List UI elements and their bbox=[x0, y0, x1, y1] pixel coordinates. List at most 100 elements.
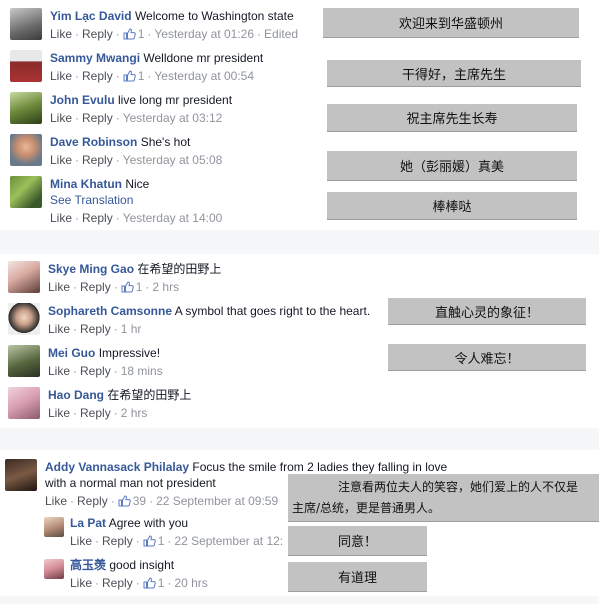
reply-link[interactable]: Reply bbox=[102, 576, 133, 590]
reply-link[interactable]: Reply bbox=[80, 280, 111, 294]
reply-link[interactable]: Reply bbox=[82, 211, 113, 225]
comment-timestamp[interactable]: 2 hrs bbox=[152, 280, 179, 294]
avatar[interactable] bbox=[10, 8, 42, 40]
translation-line: 注意看两位夫人的笑容，她们爱上的人不仅是 bbox=[338, 480, 579, 494]
comment: Dave Robinson She's hot Like · Reply · Yeste… bbox=[10, 134, 222, 168]
comment: Sophareth Camsonne A symbol that goes ri… bbox=[8, 303, 370, 337]
comment-text: A symbol that goes right to the heart. bbox=[174, 304, 371, 318]
like-count[interactable]: 1 bbox=[123, 27, 144, 41]
comment-text: Impressive! bbox=[98, 346, 161, 360]
like-link[interactable]: Like bbox=[48, 322, 70, 336]
comment-author[interactable]: Hao Dang bbox=[48, 388, 104, 402]
avatar[interactable] bbox=[8, 303, 40, 335]
avatar[interactable] bbox=[10, 92, 42, 124]
like-count[interactable]: 1 bbox=[143, 576, 164, 590]
like-link[interactable]: Like bbox=[50, 153, 72, 167]
avatar[interactable] bbox=[10, 134, 42, 166]
reply-comment: 高玉羡 good insight Like · Reply · 1 · 20 hrs bbox=[44, 557, 208, 591]
reply-link[interactable]: Reply bbox=[102, 534, 133, 548]
reply-link[interactable]: Reply bbox=[80, 322, 111, 336]
avatar[interactable] bbox=[8, 387, 40, 419]
comment-author[interactable]: Mei Guo bbox=[48, 346, 95, 360]
comment-author[interactable]: Sophareth Camsonne bbox=[48, 304, 172, 318]
reply-link[interactable]: Reply bbox=[82, 153, 113, 167]
comment: Skye Ming Gao 在希望的田野上 Like · Reply · 1 · 2 hrs bbox=[8, 261, 221, 295]
like-link[interactable]: Like bbox=[50, 111, 72, 125]
reply-link[interactable]: Reply bbox=[82, 69, 113, 83]
comment-author[interactable]: 高玉羡 bbox=[70, 558, 106, 572]
thumbs-up-icon bbox=[121, 281, 134, 293]
comment: John Evulu live long mr president Like · R… bbox=[10, 92, 232, 126]
translation-box: 棒棒哒 bbox=[327, 192, 577, 220]
avatar[interactable] bbox=[44, 559, 64, 579]
avatar[interactable] bbox=[10, 50, 42, 82]
thumbs-up-icon bbox=[123, 28, 136, 40]
avatar[interactable] bbox=[5, 459, 37, 491]
comment-text: good insight bbox=[109, 558, 175, 572]
translation-box: 欢迎来到华盛顿州 bbox=[323, 8, 579, 38]
translation-box: 有道理 bbox=[288, 562, 427, 592]
comment-timestamp[interactable]: Yesterday at 14:00 bbox=[123, 211, 223, 225]
reply-link[interactable]: Reply bbox=[82, 111, 113, 125]
comment-timestamp[interactable]: 22 September at 12: bbox=[174, 534, 283, 548]
translation-box: 同意！ bbox=[288, 526, 427, 556]
comment: Yim Lạc David Welcome to Washington stat… bbox=[10, 8, 298, 42]
comment: Hao Dang 在希望的田野上 Like · Reply · 2 hrs bbox=[8, 387, 191, 421]
see-translation-link[interactable]: See Translation bbox=[50, 192, 222, 208]
comment-author[interactable]: Dave Robinson bbox=[50, 135, 137, 149]
like-link[interactable]: Like bbox=[48, 364, 70, 378]
comment-actions: Like · Reply · 1 · 20 hrs bbox=[70, 576, 208, 590]
translation-box: 注意看两位夫人的笑容，她们爱上的人不仅是 主席/总统，更是普通男人。 bbox=[288, 474, 599, 522]
reply-link[interactable]: Reply bbox=[77, 494, 108, 508]
reply-link[interactable]: Reply bbox=[82, 27, 113, 41]
comment-timestamp[interactable]: Yesterday at 03:12 bbox=[123, 111, 223, 125]
like-count[interactable]: 39 bbox=[118, 494, 146, 508]
like-link[interactable]: Like bbox=[50, 27, 72, 41]
like-count[interactable]: 1 bbox=[121, 280, 142, 294]
section-gap bbox=[0, 230, 599, 254]
translation-box: 令人难忘！ bbox=[388, 344, 586, 371]
avatar[interactable] bbox=[8, 261, 40, 293]
comment: Mei Guo Impressive! Like · Reply · 18 mins bbox=[8, 345, 163, 379]
avatar[interactable] bbox=[44, 517, 64, 537]
like-link[interactable]: Like bbox=[70, 576, 92, 590]
like-link[interactable]: Like bbox=[50, 69, 72, 83]
like-link[interactable]: Like bbox=[45, 494, 67, 508]
comment-text: Welcome to Washington state bbox=[134, 9, 294, 23]
edited-label[interactable]: Edited bbox=[264, 27, 298, 41]
reply-link[interactable]: Reply bbox=[80, 406, 111, 420]
comment-author[interactable]: John Evulu bbox=[50, 93, 115, 107]
avatar[interactable] bbox=[8, 345, 40, 377]
comment-text: 在希望的田野上 bbox=[137, 262, 222, 276]
comment-timestamp[interactable]: 20 hrs bbox=[174, 576, 207, 590]
comment-author[interactable]: Skye Ming Gao bbox=[48, 262, 134, 276]
comment-actions: Like · Reply · 1 · Yesterday at 00:54 bbox=[50, 69, 255, 83]
comment-timestamp[interactable]: Yesterday at 01:26 bbox=[154, 27, 254, 41]
comment-actions: Like · Reply · 1 hr bbox=[48, 322, 142, 336]
comment-timestamp[interactable]: Yesterday at 05:08 bbox=[123, 153, 223, 167]
like-link[interactable]: Like bbox=[50, 211, 72, 225]
like-link[interactable]: Like bbox=[48, 406, 70, 420]
comment-text: Welldone mr president bbox=[143, 51, 264, 65]
comment-author[interactable]: Sammy Mwangi bbox=[50, 51, 140, 65]
reply-comment: La Pat Agree with you Like · Reply · 1 · 22 Se… bbox=[44, 515, 283, 549]
section-gap bbox=[0, 428, 599, 450]
reply-link[interactable]: Reply bbox=[80, 364, 111, 378]
like-count[interactable]: 1 bbox=[143, 534, 164, 548]
section-gap bbox=[0, 596, 599, 604]
comment-author[interactable]: La Pat bbox=[70, 516, 106, 530]
avatar[interactable] bbox=[10, 176, 42, 208]
comment-text: 在希望的田野上 bbox=[107, 388, 192, 402]
thumbs-up-icon bbox=[123, 70, 136, 82]
comment-author[interactable]: Yim Lạc David bbox=[50, 9, 132, 23]
comment-timestamp[interactable]: 22 September at 09:59 bbox=[156, 494, 278, 508]
comment-timestamp[interactable]: 2 hrs bbox=[121, 406, 148, 420]
comment-author[interactable]: Mina Khatun bbox=[50, 177, 122, 191]
comment-author[interactable]: Addy Vannasack Philalay bbox=[45, 460, 189, 474]
like-link[interactable]: Like bbox=[70, 534, 92, 548]
like-link[interactable]: Like bbox=[48, 280, 70, 294]
like-count[interactable]: 1 bbox=[123, 69, 144, 83]
comment-timestamp[interactable]: 1 hr bbox=[121, 322, 142, 336]
comment-timestamp[interactable]: 18 mins bbox=[121, 364, 163, 378]
comment-timestamp[interactable]: Yesterday at 00:54 bbox=[154, 69, 254, 83]
